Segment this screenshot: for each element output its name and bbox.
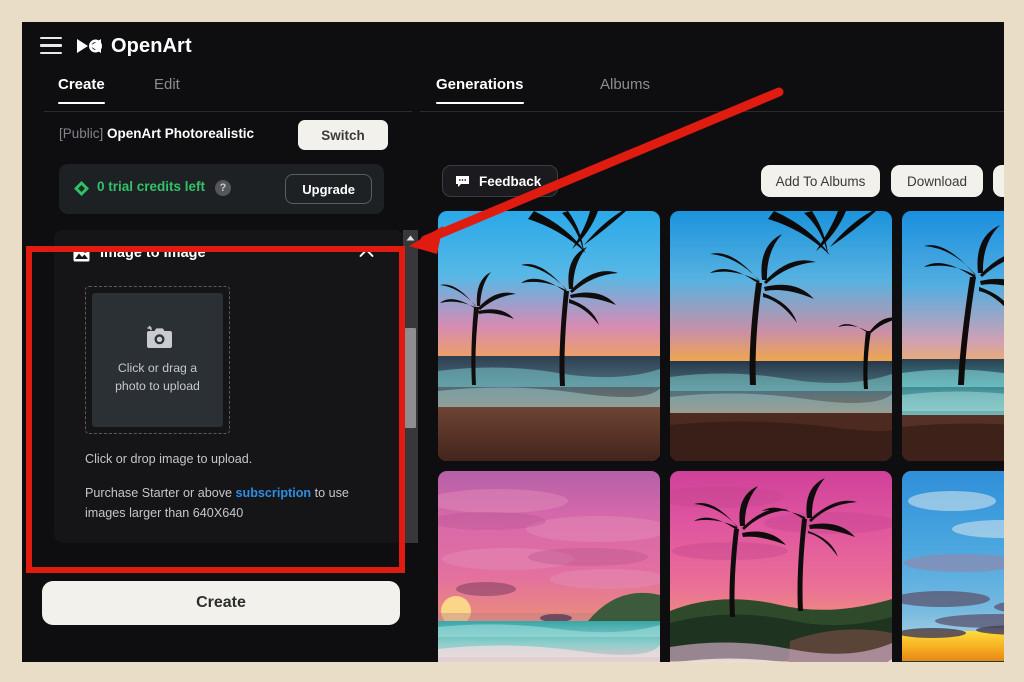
tab-edit[interactable]: Edit — [154, 76, 180, 104]
dropzone-label: Click or drag a photo to upload — [115, 360, 200, 393]
upload-hint-primary: Click or drop image to upload. — [85, 452, 253, 466]
hint-text-before: Purchase Starter or above — [85, 486, 236, 500]
tab-albums[interactable]: Albums — [600, 76, 650, 104]
subscription-link[interactable]: subscription — [236, 486, 312, 500]
scroll-up-arrow-icon[interactable] — [403, 230, 418, 245]
panel-scrollbar[interactable] — [403, 230, 418, 543]
model-visibility-label: [Public] — [59, 126, 104, 141]
model-name-label: [Public] OpenArt Photorealistic — [59, 126, 254, 141]
openart-app-window: OpenArt Create Edit [Public] OpenArt Pho… — [22, 22, 1004, 662]
gallery-item-palm-cove-magenta-sunset[interactable] — [670, 471, 892, 662]
right-tab-divider — [420, 111, 1004, 112]
download-button[interactable]: Download — [891, 165, 983, 197]
trial-credits-card: 0 trial credits left ? Upgrade — [59, 164, 384, 214]
feedback-label: Feedback — [479, 173, 542, 189]
help-icon[interactable]: ? — [215, 180, 231, 196]
speech-bubble-icon — [456, 175, 469, 187]
right-content-area: Generations Albums Feedback Add To Album… — [420, 72, 1004, 662]
top-bar: OpenArt — [22, 22, 1004, 72]
model-selector-row: [Public] OpenArt Photorealistic Switch — [22, 120, 420, 154]
hamburger-icon[interactable] — [40, 37, 62, 54]
add-to-albums-button[interactable]: Add To Albums — [761, 165, 880, 197]
credit-diamond-icon — [74, 181, 89, 196]
model-title: OpenArt Photorealistic — [107, 126, 255, 141]
upload-hint-secondary: Purchase Starter or above subscription t… — [85, 484, 375, 523]
delete-button[interactable]: De — [993, 165, 1004, 197]
image-to-image-header[interactable]: Image to Image — [54, 230, 404, 276]
add-photo-camera-icon — [146, 325, 172, 348]
screenshot-root: OpenArt Create Edit [Public] OpenArt Pho… — [0, 0, 1024, 682]
gallery-item-palm-beach-sunset-orange[interactable] — [670, 211, 892, 461]
left-tab-divider — [44, 111, 412, 112]
feedback-button[interactable]: Feedback — [442, 165, 559, 197]
dropzone-inner[interactable]: Click or drag a photo to upload — [92, 293, 223, 427]
image-upload-dropzone[interactable]: Click or drag a photo to upload — [85, 286, 230, 434]
upgrade-button[interactable]: Upgrade — [285, 174, 372, 204]
tab-generations[interactable]: Generations — [436, 76, 524, 104]
brand-name: OpenArt — [111, 35, 192, 57]
gallery-item-pink-sky-coastal-cove[interactable] — [438, 471, 660, 662]
gallery-item-palm-beach-sunset-teal[interactable] — [902, 211, 1004, 461]
credits-count-text: 0 trial credits left — [97, 179, 206, 194]
gallery-item-palm-beach-sunset-blue-pink[interactable] — [438, 211, 660, 461]
tab-create[interactable]: Create — [58, 76, 105, 104]
switch-model-button[interactable]: Switch — [298, 120, 388, 150]
scrollbar-thumb[interactable] — [405, 328, 416, 428]
generations-grid — [438, 211, 1004, 662]
chevron-up-icon[interactable] — [359, 248, 374, 258]
picture-icon — [73, 247, 90, 262]
right-tab-bar: Generations Albums — [420, 72, 1004, 112]
openart-infinity-logo — [77, 39, 102, 53]
create-button[interactable]: Create — [42, 581, 400, 625]
image-to-image-panel: Image to Image Click or drag a photo to … — [54, 230, 404, 543]
left-sidebar: Create Edit [Public] OpenArt Photorealis… — [22, 72, 420, 662]
image-to-image-title: Image to Image — [100, 245, 206, 261]
gallery-item-ocean-horizon-golden-sunset[interactable] — [902, 471, 1004, 662]
left-tab-bar: Create Edit — [22, 72, 420, 112]
